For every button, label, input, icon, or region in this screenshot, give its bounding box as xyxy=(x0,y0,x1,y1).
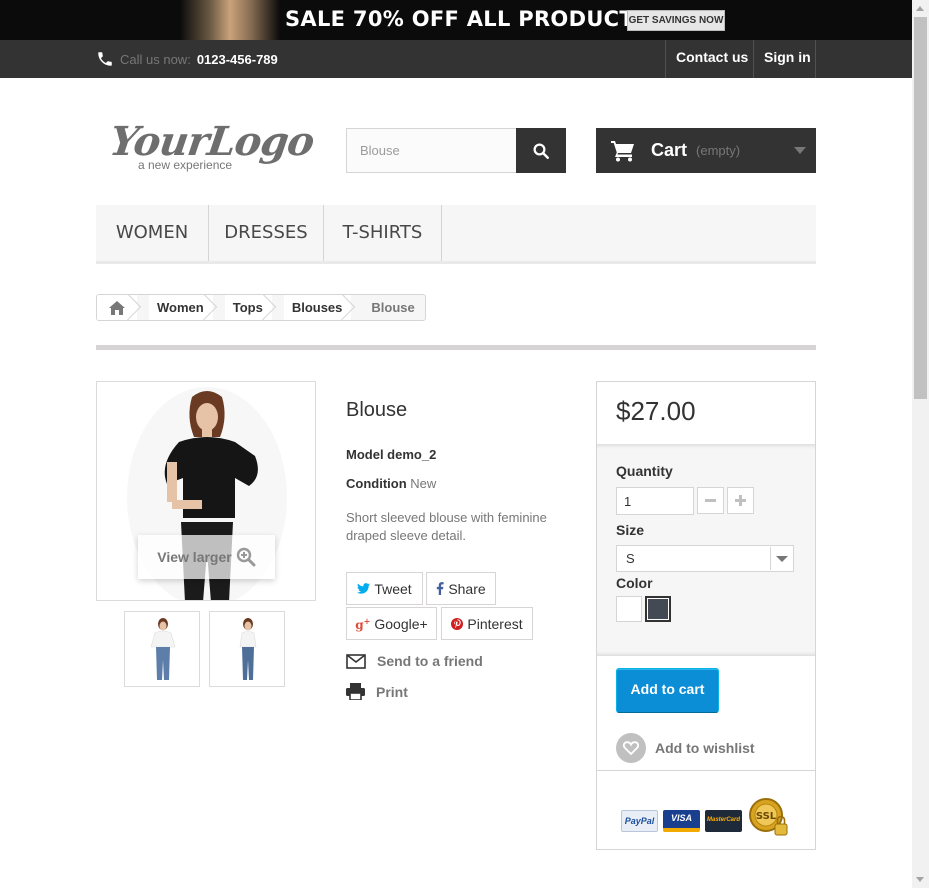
call-label: Call us now: xyxy=(120,51,191,67)
minus-icon xyxy=(705,499,716,502)
product-thumbnail[interactable] xyxy=(209,611,285,687)
condition-label: Condition xyxy=(346,476,407,491)
condition-value: New xyxy=(410,476,437,491)
quantity-label: Quantity xyxy=(616,463,673,479)
chevron-down-icon[interactable] xyxy=(794,147,806,154)
banner-headline: SALE 70% OFF ALL PRODUCTS xyxy=(285,7,650,31)
color-label: Color xyxy=(616,575,653,591)
section-divider xyxy=(96,345,816,350)
product-price: $27.00 xyxy=(616,396,696,426)
color-swatch-dark[interactable] xyxy=(645,596,671,622)
breadcrumb: Women Tops Blouses Blouse xyxy=(96,294,426,321)
logo-tagline: a new experience xyxy=(138,158,233,172)
menu-item-dresses[interactable]: DRESSES xyxy=(209,205,324,261)
price-area: $27.00 xyxy=(597,382,815,444)
thumbnail-photo xyxy=(239,618,257,680)
print-label: Print xyxy=(376,683,408,700)
product-condition: Condition New xyxy=(346,476,436,491)
mastercard-logo: MasterCard xyxy=(705,810,742,832)
cart-status: (empty) xyxy=(696,143,741,158)
search-icon xyxy=(533,143,549,159)
add-to-cart-button[interactable]: Add to cart xyxy=(616,668,719,713)
cart-icon xyxy=(611,140,634,161)
contact-us-link[interactable]: Contact us xyxy=(665,40,754,78)
product-main-image[interactable]: View larger xyxy=(96,381,316,601)
call-us: Call us now: 0123-456-789 xyxy=(96,50,278,68)
quantity-input[interactable] xyxy=(616,487,694,515)
phone-icon xyxy=(98,52,112,66)
size-select[interactable]: S xyxy=(616,545,794,572)
menu-item-tshirts[interactable]: T-SHIRTS xyxy=(324,205,442,261)
pinterest-icon xyxy=(451,617,464,630)
size-label: Size xyxy=(616,522,645,538)
plus-icon xyxy=(735,495,746,506)
search-input[interactable] xyxy=(346,128,517,173)
share-label: Share xyxy=(448,580,486,597)
send-to-friend-link[interactable]: Send to a friend xyxy=(346,653,483,669)
quantity-decrease-button[interactable] xyxy=(697,487,724,514)
ssl-badge-icon: SSL xyxy=(748,796,790,838)
phone-number: 0123-456-789 xyxy=(196,51,278,67)
product-thumbnail[interactable] xyxy=(124,611,200,687)
google-label: Google+ xyxy=(374,615,428,632)
breadcrumb-separator xyxy=(137,295,149,320)
visa-logo: VISA xyxy=(663,810,700,832)
zoom-icon xyxy=(236,547,256,567)
pinterest-label: Pinterest xyxy=(467,615,523,632)
scroll-down-arrow[interactable] xyxy=(912,871,929,888)
heart-icon xyxy=(616,733,646,763)
page-scrollbar[interactable] xyxy=(912,0,929,888)
pinterest-button[interactable]: Pinterest xyxy=(441,607,533,640)
google-plus-icon: g+ xyxy=(355,615,371,632)
facebook-icon xyxy=(437,582,444,595)
top-nav-bar: Call us now: 0123-456-789 Contact us Sig… xyxy=(0,40,912,78)
paypal-logo: PayPal xyxy=(621,810,658,832)
scroll-thumb[interactable] xyxy=(914,17,927,399)
product-title: Blouse xyxy=(346,399,408,421)
get-savings-button[interactable]: GET SAVINGS NOW xyxy=(627,10,725,31)
wishlist-label: Add to wishlist xyxy=(655,740,755,756)
quantity-increase-button[interactable] xyxy=(727,487,754,514)
breadcrumb-separator xyxy=(351,295,363,320)
cart-block[interactable]: Cart (empty) xyxy=(596,128,816,173)
tweet-button[interactable]: Tweet xyxy=(346,572,423,605)
breadcrumb-current: Blouse xyxy=(363,295,425,320)
site-logo[interactable]: YourLogo a new experience xyxy=(107,118,317,178)
main-menu: WOMEN DRESSES T-SHIRTS xyxy=(96,205,816,264)
printer-icon xyxy=(346,683,365,700)
product-description: Short sleeved blouse with feminine drape… xyxy=(346,510,547,543)
facebook-share-button[interactable]: Share xyxy=(426,572,496,605)
menu-item-women[interactable]: WOMEN xyxy=(96,205,209,261)
cart-label: Cart xyxy=(651,140,688,160)
promo-banner[interactable]: SALE 70% OFF ALL PRODUCTS GET SAVINGS NO… xyxy=(0,0,912,40)
color-swatch-white[interactable] xyxy=(616,596,642,622)
breadcrumb-separator xyxy=(213,295,225,320)
size-value: S xyxy=(626,551,635,566)
buy-box: $27.00 Quantity Size S Color Add to cart… xyxy=(596,381,816,850)
view-larger-label: View larger xyxy=(157,549,232,565)
sign-in-link[interactable]: Sign in xyxy=(753,40,816,78)
chevron-down-icon[interactable] xyxy=(770,547,792,570)
add-to-wishlist-link[interactable]: Add to wishlist xyxy=(616,733,755,763)
print-link[interactable]: Print xyxy=(346,683,408,700)
breadcrumb-separator xyxy=(272,295,284,320)
twitter-icon xyxy=(357,583,371,594)
thumbnail-photo xyxy=(150,618,176,680)
scroll-up-arrow[interactable] xyxy=(912,0,929,17)
view-larger-button[interactable]: View larger xyxy=(138,535,275,579)
send-to-friend-label: Send to a friend xyxy=(377,653,483,669)
banner-model-image xyxy=(180,0,280,40)
google-plus-button[interactable]: g+ Google+ xyxy=(346,607,437,640)
product-model: Model demo_2 xyxy=(346,447,437,462)
svg-text:SSL: SSL xyxy=(756,811,777,822)
tweet-label: Tweet xyxy=(374,580,412,597)
envelope-icon xyxy=(346,653,366,669)
search-button[interactable] xyxy=(516,128,566,173)
